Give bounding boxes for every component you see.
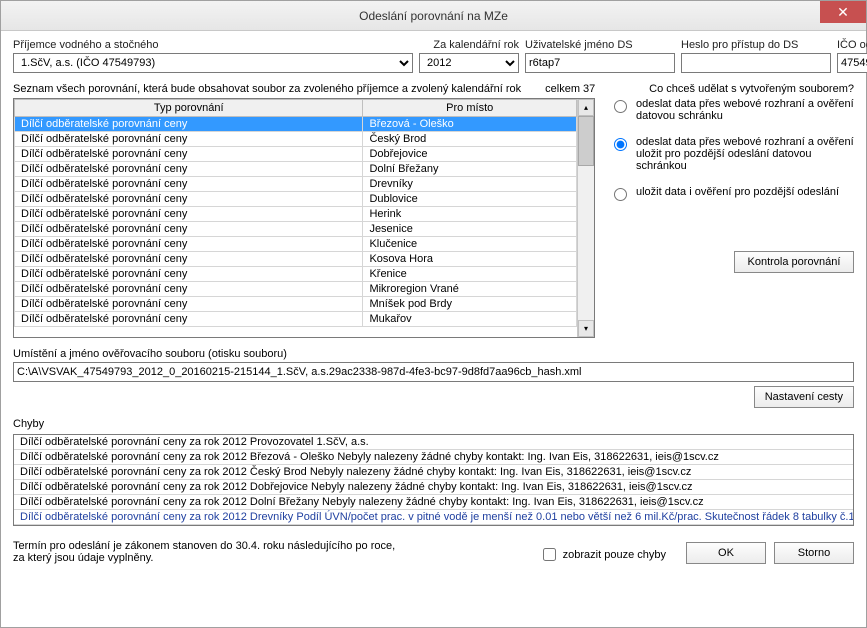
- cell-place: Mikroregion Vrané: [363, 282, 577, 297]
- cell-place: Kosova Hora: [363, 252, 577, 267]
- ok-button[interactable]: OK: [686, 542, 766, 564]
- radio-save-all-later[interactable]: uložit data i ověření pro pozdější odesl…: [609, 186, 854, 201]
- table-row[interactable]: Dílčí odběratelské porovnání cenyJesenic…: [15, 222, 577, 237]
- cell-place: Mukařov: [363, 312, 577, 327]
- cell-type: Dílčí odběratelské porovnání ceny: [15, 177, 363, 192]
- table-row[interactable]: Dílčí odběratelské porovnání cenyKlučeni…: [15, 237, 577, 252]
- cell-place: Mníšek pod Brdy: [363, 297, 577, 312]
- error-row[interactable]: Dílčí odběratelské porovnání ceny za rok…: [14, 495, 853, 510]
- table-scrollbar[interactable]: ▴ ▾: [577, 99, 594, 337]
- table-row[interactable]: Dílčí odběratelské porovnání cenyMukařov: [15, 312, 577, 327]
- question-label: Co chceš udělat s vytvořeným souborem?: [649, 83, 854, 95]
- error-row[interactable]: Dílčí odběratelské porovnání ceny za rok…: [14, 465, 853, 480]
- cell-type: Dílčí odběratelské porovnání ceny: [15, 192, 363, 207]
- scroll-up-icon[interactable]: ▴: [578, 99, 594, 116]
- scroll-thumb[interactable]: [578, 116, 594, 166]
- errors-label: Chyby: [13, 418, 854, 430]
- cell-type: Dílčí odběratelské porovnání ceny: [15, 207, 363, 222]
- cell-place: Drevníky: [363, 177, 577, 192]
- cell-place: Dolní Břežany: [363, 162, 577, 177]
- cell-type: Dílčí odběratelské porovnání ceny: [15, 312, 363, 327]
- action-radio-group: odeslat data přes webové rozhraní a ověř…: [609, 98, 854, 201]
- list-intro-label: Seznam všech porovnání, která bude obsah…: [13, 83, 521, 95]
- cancel-button[interactable]: Storno: [774, 542, 854, 564]
- close-icon: ✕: [837, 4, 849, 21]
- comparison-table[interactable]: Typ porovnání Pro místo Dílčí odběratels…: [13, 98, 595, 338]
- cell-place: Klučenice: [363, 237, 577, 252]
- ico-input[interactable]: [837, 53, 867, 73]
- cell-type: Dílčí odběratelské porovnání ceny: [15, 117, 363, 132]
- ds-user-label: Uživatelské jméno DS: [525, 39, 675, 51]
- table-row[interactable]: Dílčí odběratelské porovnání cenyDolní B…: [15, 162, 577, 177]
- col-place-header[interactable]: Pro místo: [363, 100, 577, 117]
- recipient-select[interactable]: 1.SčV, a.s. (IČO 47549793): [13, 53, 413, 73]
- cell-type: Dílčí odběratelské porovnání ceny: [15, 252, 363, 267]
- cell-type: Dílčí odběratelské porovnání ceny: [15, 237, 363, 252]
- table-row[interactable]: Dílčí odběratelské porovnání cenyKosova …: [15, 252, 577, 267]
- cell-type: Dílčí odběratelské porovnání ceny: [15, 147, 363, 162]
- cell-type: Dílčí odběratelské porovnání ceny: [15, 132, 363, 147]
- scroll-down-icon[interactable]: ▾: [578, 320, 594, 337]
- count-label: celkem 37: [545, 83, 595, 95]
- cell-place: Březová - Oleško: [363, 117, 577, 132]
- ds-user-input[interactable]: [525, 53, 675, 73]
- path-input[interactable]: [13, 362, 854, 382]
- table-row[interactable]: Dílčí odběratelské porovnání cenyBřezová…: [15, 117, 577, 132]
- show-errors-only-checkbox[interactable]: zobrazit pouze chyby: [539, 545, 666, 564]
- errors-list[interactable]: Dílčí odběratelské porovnání ceny za rok…: [13, 434, 854, 526]
- cell-place: Dobřejovice: [363, 147, 577, 162]
- recipient-label: Příjemce vodného a stočného: [13, 39, 413, 51]
- cell-place: Dublovice: [363, 192, 577, 207]
- path-label: Umístění a jméno ověřovacího souboru (ot…: [13, 348, 854, 360]
- term-note: Termín pro odeslání je zákonem stanoven …: [13, 540, 519, 564]
- cell-place: Český Brod: [363, 132, 577, 147]
- error-row[interactable]: Dílčí odběratelské porovnání ceny za rok…: [14, 480, 853, 495]
- path-settings-button[interactable]: Nastavení cesty: [754, 386, 854, 408]
- check-button[interactable]: Kontrola porovnání: [734, 251, 854, 273]
- cell-type: Dílčí odběratelské porovnání ceny: [15, 162, 363, 177]
- table-row[interactable]: Dílčí odběratelské porovnání cenyDrevník…: [15, 177, 577, 192]
- cell-type: Dílčí odběratelské porovnání ceny: [15, 297, 363, 312]
- window-title: Odeslání porovnání na MZe: [1, 9, 866, 23]
- cell-type: Dílčí odběratelské porovnání ceny: [15, 267, 363, 282]
- cell-place: Jesenice: [363, 222, 577, 237]
- year-select[interactable]: 2012: [419, 53, 519, 73]
- error-row[interactable]: Dílčí odběratelské porovnání ceny za rok…: [14, 450, 853, 465]
- table-row[interactable]: Dílčí odběratelské porovnání cenyHerink: [15, 207, 577, 222]
- ds-pass-label: Heslo pro přístup do DS: [681, 39, 831, 51]
- titlebar: Odeslání porovnání na MZe ✕: [1, 1, 866, 31]
- table-row[interactable]: Dílčí odběratelské porovnání cenyKřenice: [15, 267, 577, 282]
- radio-send-verify-ds[interactable]: odeslat data přes webové rozhraní a ověř…: [609, 98, 854, 122]
- table-row[interactable]: Dílčí odběratelské porovnání cenyMikrore…: [15, 282, 577, 297]
- table-row[interactable]: Dílčí odběratelské porovnání cenyDobřejo…: [15, 147, 577, 162]
- table-row[interactable]: Dílčí odběratelské porovnání cenyČeský B…: [15, 132, 577, 147]
- cell-place: Herink: [363, 207, 577, 222]
- close-button[interactable]: ✕: [820, 1, 866, 23]
- cell-type: Dílčí odběratelské porovnání ceny: [15, 282, 363, 297]
- table-row[interactable]: Dílčí odběratelské porovnání cenyMníšek …: [15, 297, 577, 312]
- year-label: Za kalendářní rok: [419, 39, 519, 51]
- radio-send-save-later[interactable]: odeslat data přes webové rozhraní a ověř…: [609, 136, 854, 172]
- ico-label: IČO odesílatele: [837, 39, 867, 51]
- error-row[interactable]: Dílčí odběratelské porovnání ceny za rok…: [14, 435, 853, 450]
- table-row[interactable]: Dílčí odběratelské porovnání cenyDublovi…: [15, 192, 577, 207]
- col-type-header[interactable]: Typ porovnání: [15, 100, 363, 117]
- error-row[interactable]: Dílčí odběratelské porovnání ceny za rok…: [14, 510, 853, 525]
- cell-type: Dílčí odběratelské porovnání ceny: [15, 222, 363, 237]
- cell-place: Křenice: [363, 267, 577, 282]
- ds-pass-input[interactable]: [681, 53, 831, 73]
